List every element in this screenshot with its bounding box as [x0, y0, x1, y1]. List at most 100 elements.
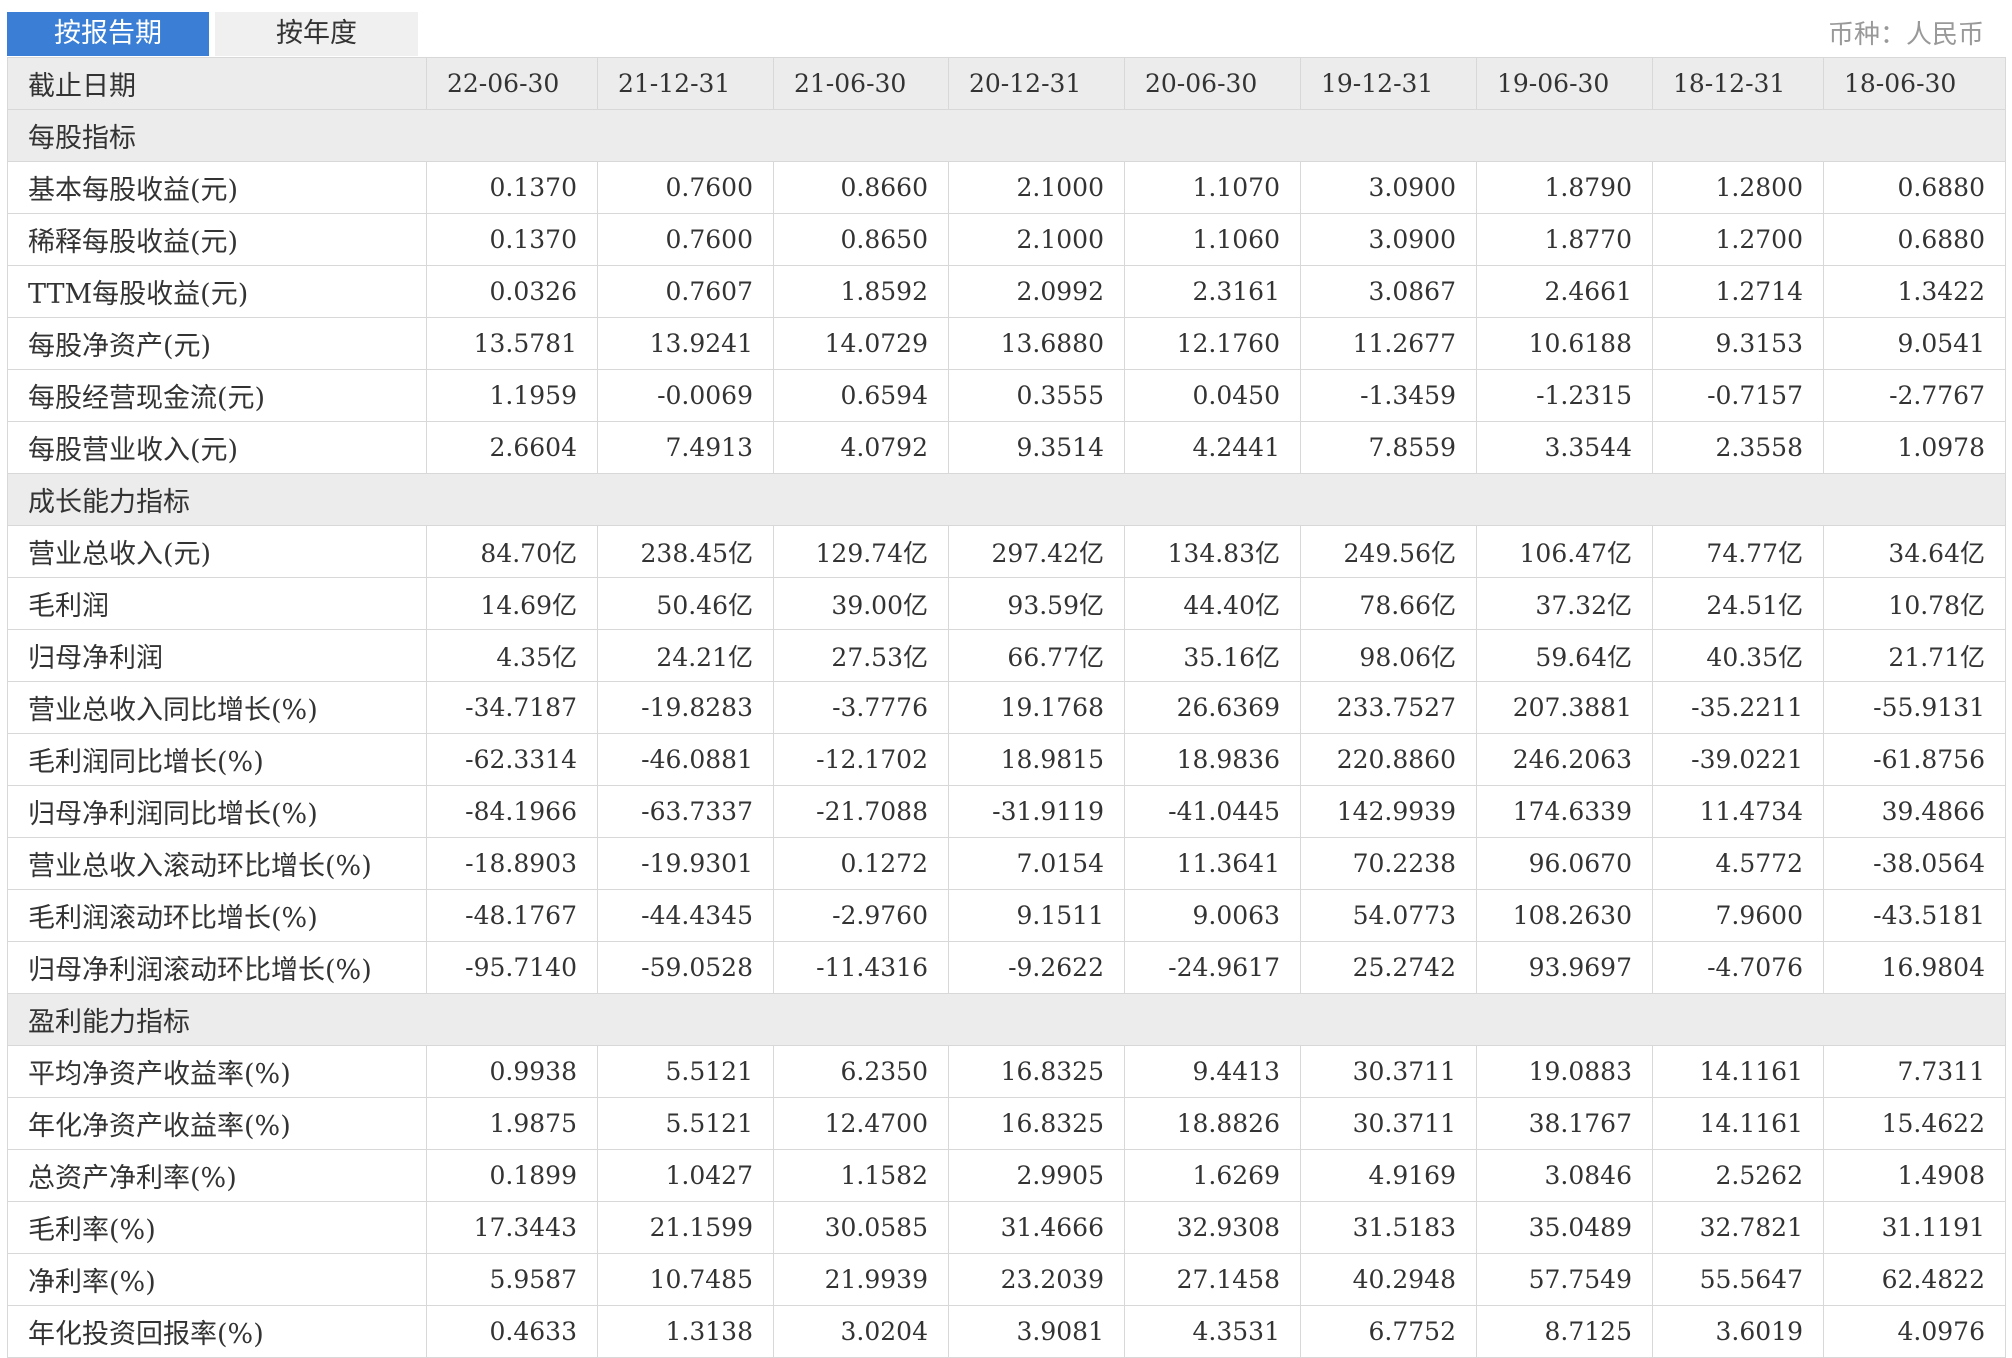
table-row: TTM每股收益(元) 0.0326 0.7607 1.8592 2.0992 2.3161… — [7, 265, 2006, 318]
table-cell: 24.21亿 — [597, 629, 774, 682]
header-date: 18-06-30 — [1823, 57, 2006, 110]
table-cell: 1.8790 — [1476, 161, 1653, 214]
table-cell: 2.1000 — [948, 161, 1125, 214]
table-cell: -1.2315 — [1476, 369, 1653, 422]
table-cell: 31.5183 — [1300, 1201, 1477, 1254]
table-cell: 0.0326 — [426, 265, 598, 318]
table-cell: -9.2622 — [948, 941, 1125, 994]
table-cell: 7.0154 — [948, 837, 1125, 890]
table-cell: 0.7600 — [597, 213, 774, 266]
table-cell: -38.0564 — [1823, 837, 2006, 890]
table-cell: 13.5781 — [426, 317, 598, 370]
table-cell: -12.1702 — [773, 733, 949, 786]
table-cell: 106.47亿 — [1476, 525, 1653, 578]
table-row: 归母净利润同比增长(%) -84.1966 -63.7337 -21.7088 -31.… — [7, 785, 2006, 838]
tab-by-year[interactable]: 按年度 — [215, 12, 418, 56]
table-cell: 30.3711 — [1300, 1097, 1477, 1150]
table-cell: 40.35亿 — [1652, 629, 1824, 682]
table-cell: 0.3555 — [948, 369, 1125, 422]
table-row: 营业总收入滚动环比增长(%) -18.8903 -19.9301 0.1272 7.01… — [7, 837, 2006, 890]
table-row: 毛利润 14.69亿 50.46亿 39.00亿 93.59亿 44.40亿 78.66亿 3… — [7, 577, 2006, 630]
row-label: 毛利润滚动环比增长(%) — [7, 889, 427, 942]
table-row: 毛利率(%) 17.3443 21.1599 30.0585 31.4666 32.930… — [7, 1201, 2006, 1254]
table-cell: 2.3558 — [1652, 421, 1824, 474]
table-cell: 8.7125 — [1476, 1305, 1653, 1358]
table-cell: 2.3161 — [1124, 265, 1301, 318]
table-cell: 1.4908 — [1823, 1149, 2006, 1202]
table-cell: -55.9131 — [1823, 681, 2006, 734]
table-cell: -0.0069 — [597, 369, 774, 422]
table-cell: -39.0221 — [1652, 733, 1824, 786]
table-cell: 1.3138 — [597, 1305, 774, 1358]
table-cell: 9.0063 — [1124, 889, 1301, 942]
section-header-row: 每股指标 — [7, 109, 2006, 162]
table-cell: -43.5181 — [1823, 889, 2006, 942]
table-cell: 1.2714 — [1652, 265, 1824, 318]
table-cell: 9.3514 — [948, 421, 1125, 474]
table-cell: 108.2630 — [1476, 889, 1653, 942]
table-row: 营业总收入同比增长(%) -34.7187 -19.8283 -3.7776 19.17… — [7, 681, 2006, 734]
table-cell: 17.3443 — [426, 1201, 598, 1254]
table-cell: 5.5121 — [597, 1097, 774, 1150]
table-cell: -19.8283 — [597, 681, 774, 734]
table-cell: 96.0670 — [1476, 837, 1653, 890]
table-cell: 3.0867 — [1300, 265, 1477, 318]
table-row: 总资产净利率(%) 0.1899 1.0427 1.1582 2.9905 1.6269 4… — [7, 1149, 2006, 1202]
table-cell: 5.9587 — [426, 1253, 598, 1306]
table-cell: 14.1161 — [1652, 1045, 1824, 1098]
table-cell: 1.9875 — [426, 1097, 598, 1150]
table-header-row: 截止日期 22-06-30 21-12-31 21-06-30 20-12-31 20-… — [7, 57, 2006, 110]
table-cell: 9.4413 — [1124, 1045, 1301, 1098]
table-cell: -95.7140 — [426, 941, 598, 994]
header-date: 22-06-30 — [426, 57, 598, 110]
table-cell: 93.59亿 — [948, 577, 1125, 630]
table-cell: 4.9169 — [1300, 1149, 1477, 1202]
table-cell: -48.1767 — [426, 889, 598, 942]
table-cell: 19.0883 — [1476, 1045, 1653, 1098]
table-cell: 0.8650 — [773, 213, 949, 266]
table-cell: 24.51亿 — [1652, 577, 1824, 630]
table-cell: 0.7600 — [597, 161, 774, 214]
table-row: 毛利润滚动环比增长(%) -48.1767 -44.4345 -2.9760 9.151… — [7, 889, 2006, 942]
table-cell: 1.3422 — [1823, 265, 2006, 318]
table-cell: 2.4661 — [1476, 265, 1653, 318]
table-cell: -63.7337 — [597, 785, 774, 838]
table-cell: 220.8860 — [1300, 733, 1477, 786]
table-cell: 1.2800 — [1652, 161, 1824, 214]
table-cell: 13.6880 — [948, 317, 1125, 370]
table-cell: 7.9600 — [1652, 889, 1824, 942]
row-label: 平均净资产收益率(%) — [7, 1045, 427, 1098]
table-cell: 37.32亿 — [1476, 577, 1653, 630]
table-cell: 249.56亿 — [1300, 525, 1477, 578]
table-cell: 44.40亿 — [1124, 577, 1301, 630]
table-cell: 134.83亿 — [1124, 525, 1301, 578]
table-cell: -21.7088 — [773, 785, 949, 838]
table-row: 平均净资产收益率(%) 0.9938 5.5121 6.2350 16.8325 9.44… — [7, 1045, 2006, 1098]
table-cell: 2.0992 — [948, 265, 1125, 318]
table-cell: 30.3711 — [1300, 1045, 1477, 1098]
table-cell: 11.3641 — [1124, 837, 1301, 890]
row-label: 毛利率(%) — [7, 1201, 427, 1254]
table-cell: 1.0978 — [1823, 421, 2006, 474]
table-cell: 3.0846 — [1476, 1149, 1653, 1202]
table-cell: 9.1511 — [948, 889, 1125, 942]
tab-by-report-period[interactable]: 按报告期 — [7, 12, 209, 56]
table-cell: -59.0528 — [597, 941, 774, 994]
row-label: 每股净资产(元) — [7, 317, 427, 370]
table-cell: 18.9836 — [1124, 733, 1301, 786]
table-cell: 2.5262 — [1652, 1149, 1824, 1202]
table-cell: 0.6880 — [1823, 213, 2006, 266]
table-cell: 14.0729 — [773, 317, 949, 370]
table-cell: 10.78亿 — [1823, 577, 2006, 630]
header-date: 20-12-31 — [948, 57, 1125, 110]
table-row: 基本每股收益(元) 0.1370 0.7600 0.8660 2.1000 1.1070 3… — [7, 161, 2006, 214]
table-cell: -2.7767 — [1823, 369, 2006, 422]
table-cell: 3.0900 — [1300, 161, 1477, 214]
table-cell: 14.1161 — [1652, 1097, 1824, 1150]
table-cell: -1.3459 — [1300, 369, 1477, 422]
table-cell: 1.2700 — [1652, 213, 1824, 266]
row-label: 营业总收入同比增长(%) — [7, 681, 427, 734]
table-cell: 6.2350 — [773, 1045, 949, 1098]
table-cell: 3.0900 — [1300, 213, 1477, 266]
financial-indicators-table: 截止日期 22-06-30 21-12-31 21-06-30 20-12-31 20-… — [7, 57, 2006, 1358]
